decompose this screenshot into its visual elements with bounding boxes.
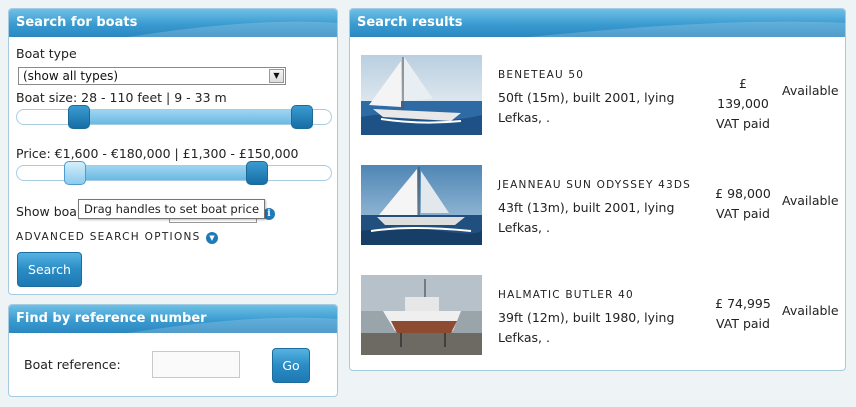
boat-photo[interactable] bbox=[361, 165, 482, 245]
price-slider[interactable] bbox=[16, 161, 332, 185]
result-price-currency: £ bbox=[739, 76, 747, 91]
result-price-amount: £ 74,995 bbox=[715, 296, 771, 311]
reference-panel-title: Find by reference number bbox=[9, 305, 337, 333]
results-panel-title: Search results bbox=[350, 9, 845, 37]
price-label: Price: €1,600 - €180,000 | £1,300 - £150… bbox=[16, 146, 299, 161]
boat-size-label: Boat size: 28 - 110 feet | 9 - 33 m bbox=[16, 90, 227, 105]
chevron-down-icon[interactable]: ▼ bbox=[269, 69, 284, 83]
result-price-amount: £ 98,000 bbox=[715, 186, 771, 201]
show-label: Show boa bbox=[16, 204, 77, 219]
boat-reference-input[interactable] bbox=[152, 351, 240, 378]
result-availability: Available bbox=[782, 303, 839, 318]
chevron-down-icon[interactable]: ▼ bbox=[206, 232, 218, 244]
result-boat-name[interactable]: JEANNEAU SUN ODYSSEY 43DS bbox=[498, 179, 691, 191]
boat-type-label: Boat type bbox=[16, 46, 77, 61]
result-vat-status: VAT paid bbox=[716, 316, 770, 331]
boat-photo[interactable] bbox=[361, 55, 482, 135]
price-max-handle[interactable] bbox=[246, 161, 268, 185]
boat-size-slider[interactable] bbox=[16, 105, 332, 129]
search-panel: Search for boats Boat type (show all typ… bbox=[8, 8, 338, 295]
price-min-handle[interactable] bbox=[64, 161, 86, 185]
result-boat-name[interactable]: BENETEAU 50 bbox=[498, 69, 584, 81]
search-button[interactable]: Search bbox=[17, 252, 82, 287]
boat-size-max-handle[interactable] bbox=[291, 105, 313, 129]
result-item[interactable]: JEANNEAU SUN ODYSSEY 43DS 43ft (13m), bu… bbox=[350, 165, 845, 255]
result-vat-status: VAT paid bbox=[716, 206, 770, 221]
result-item[interactable]: HALMATIC BUTLER 40 39ft (12m), built 198… bbox=[350, 275, 845, 365]
boat-reference-label: Boat reference: bbox=[24, 357, 121, 372]
result-vat-status: VAT paid bbox=[716, 116, 770, 131]
reference-panel: Find by reference number Boat reference:… bbox=[8, 304, 338, 397]
result-boat-description: 43ft (13m), built 2001, lying Lefkas, . bbox=[498, 200, 675, 235]
search-panel-title: Search for boats bbox=[9, 9, 337, 37]
result-availability: Available bbox=[782, 193, 839, 208]
result-boat-name[interactable]: HALMATIC BUTLER 40 bbox=[498, 289, 634, 301]
boat-type-select[interactable]: (show all types) ▼ bbox=[18, 67, 286, 85]
advanced-search-toggle[interactable]: ADVANCED SEARCH OPTIONS bbox=[16, 231, 201, 243]
result-item[interactable]: BENETEAU 50 50ft (15m), built 2001, lyin… bbox=[350, 55, 845, 145]
result-price: £ 139,000 VAT paid bbox=[706, 74, 780, 134]
result-boat-description: 39ft (12m), built 1980, lying Lefkas, . bbox=[498, 310, 675, 345]
boat-photo[interactable] bbox=[361, 275, 482, 355]
boat-type-select-value: (show all types) bbox=[23, 69, 119, 83]
price-tooltip: Drag handles to set boat price bbox=[78, 199, 266, 219]
result-availability: Available bbox=[782, 83, 839, 98]
boat-size-min-handle[interactable] bbox=[68, 105, 90, 129]
price-slider-range bbox=[77, 166, 257, 180]
result-price: £ 98,000 VAT paid bbox=[706, 184, 780, 224]
results-panel: Search results BENETEAU 50 50ft (15m), b… bbox=[349, 8, 846, 371]
go-button[interactable]: Go bbox=[272, 348, 310, 383]
boat-size-slider-range bbox=[77, 110, 302, 124]
result-price-amount: 139,000 bbox=[717, 96, 769, 111]
result-boat-description: 50ft (15m), built 2001, lying Lefkas, . bbox=[498, 90, 675, 125]
result-price: £ 74,995 VAT paid bbox=[706, 294, 780, 334]
